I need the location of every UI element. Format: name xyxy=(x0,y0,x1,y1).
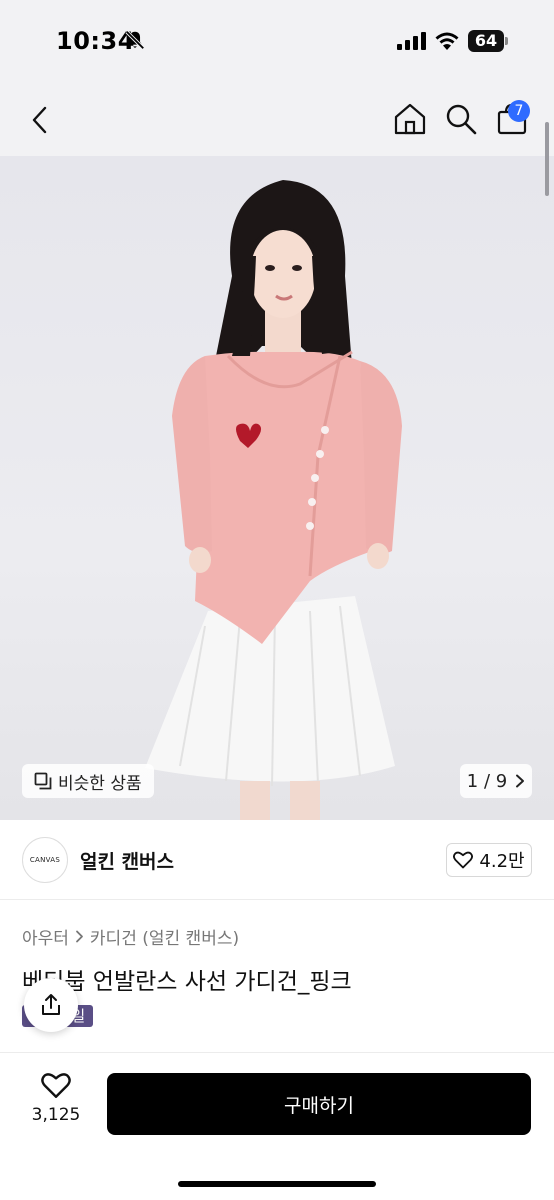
home-indicator xyxy=(178,1181,376,1187)
home-icon[interactable] xyxy=(393,102,427,136)
back-chevron-icon[interactable] xyxy=(28,104,52,136)
breadcrumb: 아우터 카디건 (얼킨 캔버스) xyxy=(22,924,239,949)
similar-products-button[interactable]: 비슷한 상품 xyxy=(22,764,154,798)
buy-button[interactable]: 구매하기 xyxy=(107,1073,531,1135)
chevron-right-icon xyxy=(516,774,525,788)
breadcrumb-item-outer[interactable]: 아우터 xyxy=(22,924,69,949)
brand-logo-text: CANVAS xyxy=(29,856,61,864)
heart-icon xyxy=(41,1073,71,1098)
brand-name[interactable]: 얼킨 캔버스 xyxy=(80,847,174,874)
scroll-indicator xyxy=(545,122,549,196)
status-bar: 10:34 64 xyxy=(0,0,554,84)
battery-icon: 64 xyxy=(468,30,508,52)
wishlist-button[interactable]: 3,125 xyxy=(30,1072,82,1125)
brand-like-count: 4.2만 xyxy=(479,851,525,872)
image-page-indicator[interactable]: 1 / 9 xyxy=(460,764,532,798)
brand-row: CANVAS 얼킨 캔버스 4.2만 xyxy=(0,820,554,900)
battery-level: 64 xyxy=(474,31,498,50)
breadcrumb-item-cardigan[interactable]: 카디건 (얼킨 캔버스) xyxy=(90,924,239,949)
model-photo xyxy=(145,180,402,820)
search-icon[interactable] xyxy=(444,102,478,136)
brand-like-button[interactable]: 4.2만 xyxy=(446,843,532,877)
wishlist-count: 3,125 xyxy=(31,1105,81,1125)
chevron-right-icon xyxy=(76,930,83,943)
share-button[interactable] xyxy=(24,978,78,1032)
heart-icon xyxy=(453,851,474,869)
similar-products-label: 비슷한 상품 xyxy=(58,773,142,794)
brand-logo[interactable]: CANVAS xyxy=(22,837,68,883)
copy-icon xyxy=(34,772,52,790)
product-image[interactable] xyxy=(0,156,554,820)
signal-icon xyxy=(397,32,426,50)
nav-header xyxy=(0,84,554,156)
share-icon xyxy=(42,994,60,1015)
wifi-icon xyxy=(435,32,459,50)
cart-count-badge: 7 xyxy=(508,100,530,122)
bell-slash-icon xyxy=(125,30,145,50)
page-indicator-text: 1 / 9 xyxy=(466,770,508,792)
